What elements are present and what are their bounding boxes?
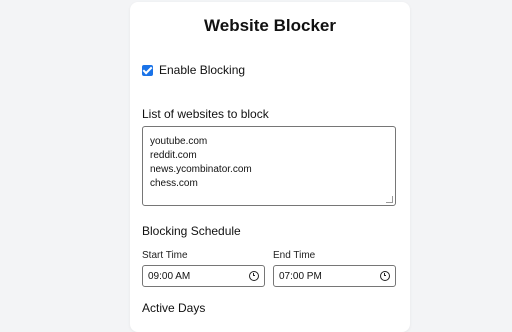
enable-blocking-row[interactable]: Enable Blocking (142, 62, 245, 78)
enable-blocking-checkbox[interactable] (142, 64, 153, 76)
end-time-value: 07:00 PM (279, 270, 322, 282)
page-title: Website Blocker (204, 16, 336, 35)
start-time-input[interactable]: 09:00 AM (142, 265, 265, 287)
website-line: reddit.com (150, 150, 197, 161)
end-time-input[interactable]: 07:00 PM (273, 265, 396, 287)
websites-textarea[interactable]: youtube.com reddit.com news.ycombinator.… (142, 126, 396, 206)
enable-blocking-label[interactable]: Enable Blocking (159, 62, 245, 78)
clock-icon[interactable] (380, 271, 390, 281)
start-time-label: Start Time (142, 250, 188, 261)
clock-icon[interactable] (249, 271, 259, 281)
start-time-value: 09:00 AM (148, 270, 191, 282)
websites-label: List of websites to block (142, 107, 269, 121)
website-line: chess.com (150, 178, 198, 189)
schedule-label: Blocking Schedule (142, 224, 241, 238)
website-line: youtube.com (150, 136, 208, 147)
blocker-panel: Website Blocker Enable Blocking List of … (130, 2, 410, 332)
resize-grip-icon[interactable] (386, 196, 393, 203)
website-line: news.ycombinator.com (150, 164, 252, 175)
end-time-label: End Time (273, 250, 316, 261)
active-days-label: Active Days (142, 301, 206, 315)
